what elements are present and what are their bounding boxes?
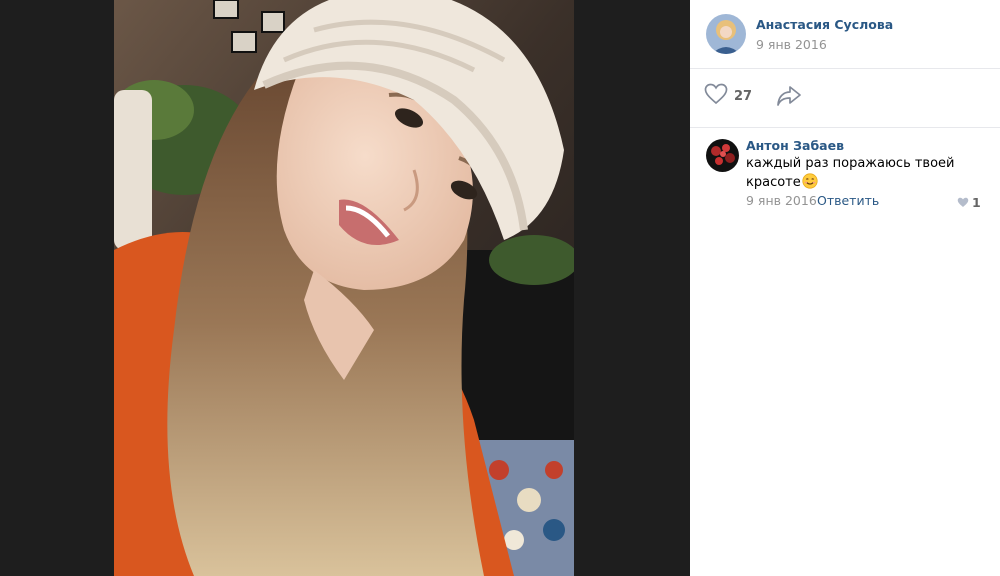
user-avatar-icon[interactable]: [706, 14, 746, 54]
post-side-panel: Анастасия Суслова 9 янв 2016 27 Антон За…: [690, 0, 1000, 576]
commenter-avatar[interactable]: [706, 139, 739, 172]
comment-like-button[interactable]: 1: [957, 193, 981, 212]
comment-author[interactable]: Антон Забаев: [746, 138, 844, 153]
like-button[interactable]: 27: [704, 83, 753, 109]
smiling-face-emoji: [802, 173, 818, 195]
post-date[interactable]: 9 янв 2016: [756, 37, 827, 52]
post-author-header: Анастасия Суслова 9 янв 2016: [690, 0, 1000, 68]
share-arrow-icon: [776, 86, 802, 112]
divider: [690, 127, 1000, 128]
like-count: 27: [734, 88, 753, 104]
comment-like-count: 1: [972, 195, 981, 210]
reply-link[interactable]: Ответить: [817, 193, 879, 208]
comment-text: каждый раз поражаюсь твоей красоте: [746, 155, 976, 195]
photo-area: [0, 0, 690, 576]
comment-date[interactable]: 9 янв 2016: [746, 193, 817, 208]
comment-text-body: каждый раз поражаюсь твоей красоте: [746, 156, 955, 190]
heart-icon: [704, 83, 728, 109]
share-button[interactable]: [776, 84, 802, 108]
post-author-name[interactable]: Анастасия Суслова: [756, 17, 893, 32]
divider: [690, 68, 1000, 69]
photo-viewer: Анастасия Суслова 9 янв 2016 27 Антон За…: [0, 0, 1000, 576]
heart-icon: [957, 193, 969, 212]
post-photo[interactable]: [114, 0, 574, 576]
